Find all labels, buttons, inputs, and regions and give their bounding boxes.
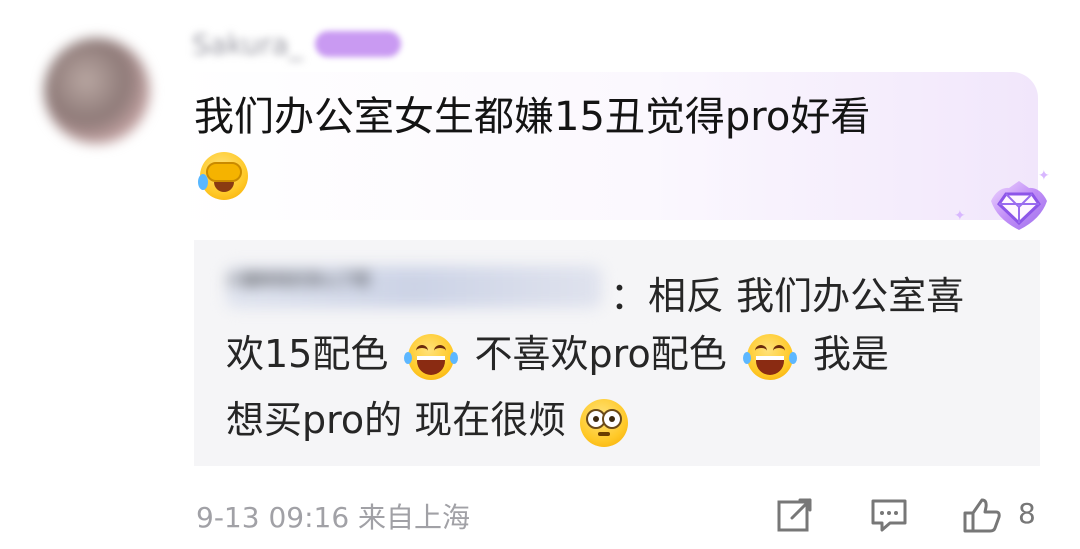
reply-line-3: 想买pro的 现在很烦 [226, 394, 629, 447]
sparkle-icon: ✦ [1038, 168, 1050, 184]
mouth-icon [214, 182, 234, 192]
hand-icon [206, 162, 242, 182]
emoji-mouth-icon [417, 355, 446, 375]
emoji-pupil-icon [609, 415, 616, 422]
comment-meta: 9-13 09:16 来自上海 [196, 501, 471, 534]
like-icon[interactable] [960, 494, 1004, 536]
emoji-pupil-icon [593, 415, 600, 422]
tear-icon [742, 351, 751, 364]
reply-line-2-part-2: 不喜欢pro配色 [474, 332, 727, 376]
dizzy-face-emoji-icon [580, 398, 629, 447]
emoji-eye-icon [416, 344, 429, 356]
emoji-eye-icon [602, 408, 623, 429]
like-count: 8 [1018, 497, 1036, 530]
emoji-eye-icon [754, 344, 767, 356]
share-icon[interactable] [774, 494, 816, 536]
reply-line-2-part-3: 我是 [812, 332, 889, 376]
facepalm-emoji-icon [198, 152, 248, 200]
vip-badge [314, 31, 401, 57]
reply-line-3-part-1: 想买pro的 现在很烦 [226, 398, 567, 442]
reply-line-1: ：相反 我们办公室喜 [610, 274, 965, 318]
emoji-mouth-icon [755, 355, 784, 375]
emoji-mouth-icon [598, 431, 611, 436]
laughing-tears-emoji-icon [404, 333, 459, 380]
comment-username[interactable]: Sakura_ [192, 28, 303, 61]
tear-icon [788, 351, 797, 364]
avatar[interactable] [44, 38, 150, 144]
comment-icon[interactable] [868, 494, 910, 536]
comment-text-line-1: 我们办公室女生都嫌15丑觉得pro好看 [194, 94, 871, 140]
reply-username-blurred[interactable]: 小猫咪有好多心了呢 [226, 266, 602, 308]
comment-user-row: Sakura_ [192, 24, 401, 64]
diamond-badge-icon: ✦ ✦ [954, 168, 1054, 234]
reply-line-2-part-1: 欢15配色 [226, 332, 389, 376]
reply-line-2: 欢15配色 不喜欢pro配色 我是 [226, 328, 889, 380]
tear-icon [404, 351, 413, 364]
emoji-eye-icon [434, 344, 447, 356]
emoji-eye-icon [772, 344, 785, 356]
comment-text: 我们办公室女生都嫌15丑觉得pro好看 [194, 88, 870, 146]
tear-icon [450, 351, 459, 364]
laughing-tears-emoji-icon [742, 333, 797, 380]
sparkle-icon: ✦ [954, 208, 966, 224]
